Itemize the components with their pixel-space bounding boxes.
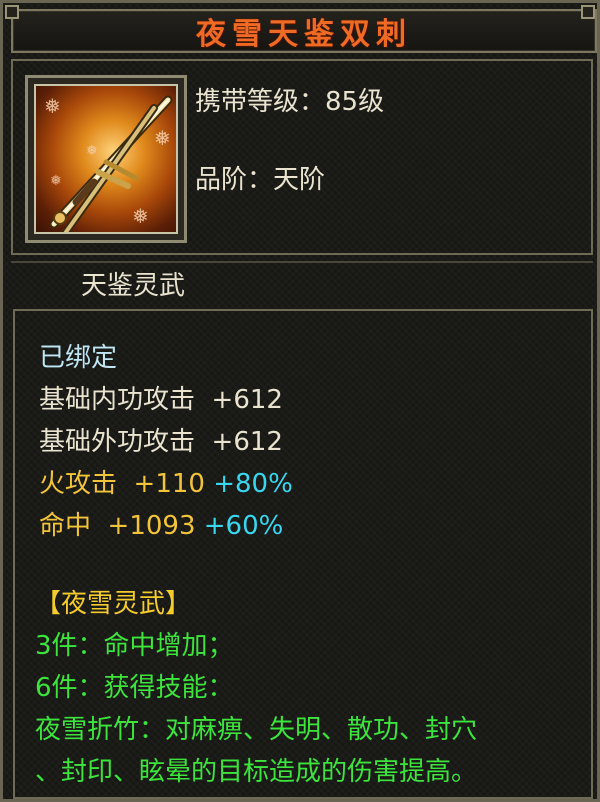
divider (11, 261, 593, 263)
carry-level-value: 85级 (325, 87, 385, 117)
attribute-label: 火攻击 (39, 469, 118, 499)
set-effect-line: 3件：命中增加； (35, 631, 234, 661)
item-grade: 品阶：天阶 (195, 159, 325, 196)
snowflake-icon: ❅ (44, 94, 61, 118)
snowflake-icon: ❅ (50, 173, 62, 189)
item-tooltip: 夜雪天鉴双刺 ❅ ❅ ❅ ❅ ❅ 携带等级：85级 品阶：天阶 天鉴灵武 已绑定… (0, 0, 600, 802)
bonus-attribute-line: 命中 +1093 +60% (39, 511, 283, 541)
attribute-percent: +60% (203, 511, 284, 541)
set-effect-line: 、封印、眩晕的目标造成的伤害提高。 (35, 757, 478, 787)
set-effect-line: 6件：获得技能： (35, 673, 234, 703)
item-name: 夜雪天鉴双刺 (196, 17, 412, 52)
item-title-bar: 夜雪天鉴双刺 (11, 9, 597, 53)
attribute-value: +1093 (107, 511, 196, 541)
snowflake-icon: ❅ (154, 126, 171, 150)
attribute-value: +612 (211, 385, 283, 415)
bonus-attribute-line: 火攻击 +110 +80% (39, 469, 293, 499)
snowflake-icon: ❅ (86, 143, 98, 159)
item-category: 天鉴灵武 (81, 271, 186, 301)
set-effect-line: 夜雪折竹：对麻痹、失明、散功、封穴 (35, 715, 478, 745)
carry-level-label: 携带等级： (195, 87, 326, 117)
attribute-line: 基础外功攻击 +612 (39, 427, 283, 457)
attribute-value: +612 (211, 427, 283, 457)
carry-level: 携带等级：85级 (195, 81, 384, 118)
attribute-percent: +80% (213, 469, 293, 499)
item-grade-value: 天阶 (273, 165, 326, 195)
twin-daggers-icon: ❅ ❅ ❅ ❅ ❅ (34, 84, 178, 234)
corner-ornament (581, 5, 595, 19)
attribute-label: 命中 (39, 511, 92, 541)
attributes-panel: 已绑定 基础内功攻击 +612 基础外功攻击 +612 火攻击 +110 +80… (13, 309, 593, 799)
set-name: 【夜雪灵武】 (35, 589, 192, 619)
item-grade-label: 品阶： (195, 165, 274, 195)
attribute-value: +110 (133, 469, 205, 499)
bound-status: 已绑定 (39, 343, 118, 373)
attribute-line: 基础内功攻击 +612 (39, 385, 283, 415)
item-icon-frame: ❅ ❅ ❅ ❅ ❅ (25, 75, 187, 243)
corner-ornament (5, 5, 19, 19)
snowflake-icon: ❅ (132, 204, 149, 228)
attribute-label: 基础内功攻击 (39, 385, 196, 415)
attribute-label: 基础外功攻击 (39, 427, 196, 457)
